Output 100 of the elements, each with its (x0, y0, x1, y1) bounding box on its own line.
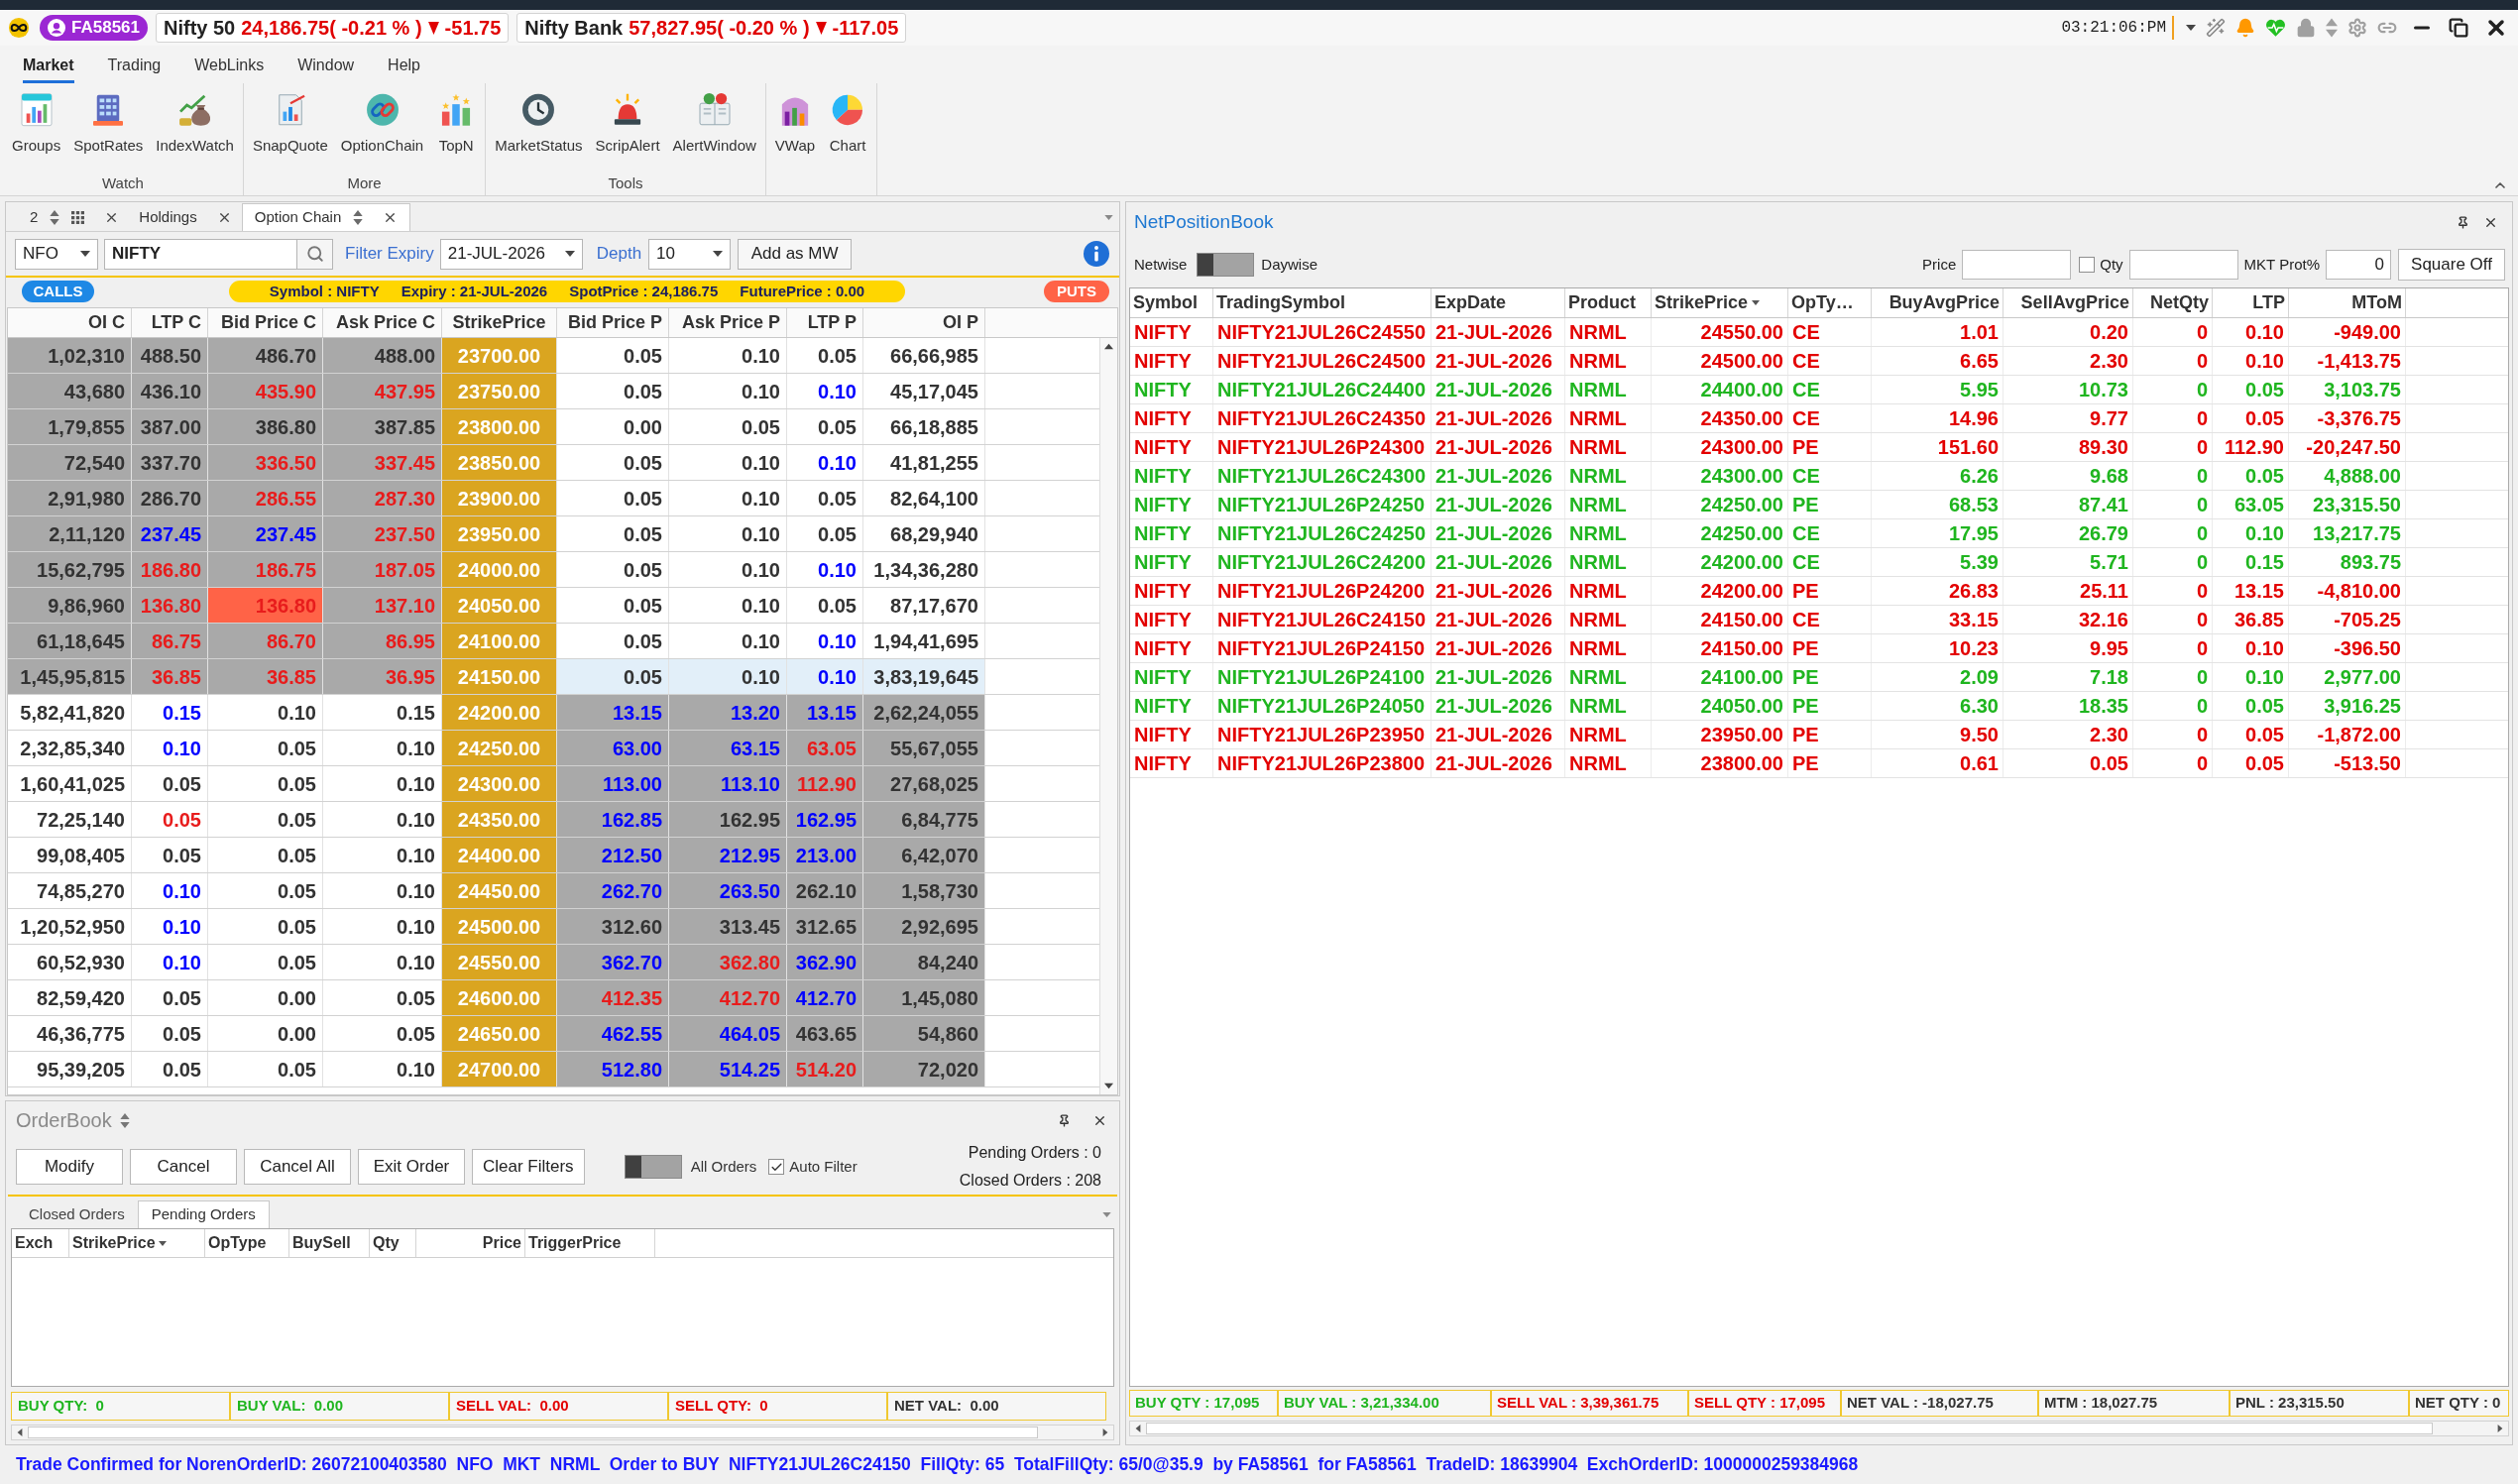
column-header[interactable]: Symbol (1130, 288, 1213, 317)
tab[interactable]: Pending Orders (137, 1200, 270, 1228)
ribbon-button[interactable]: Chart (824, 91, 872, 157)
info-icon[interactable] (1084, 241, 1109, 267)
menu-tab[interactable]: WebLinks (194, 50, 265, 83)
exchange-dropdown[interactable]: NFO (15, 238, 98, 270)
column-header[interactable]: OI C (8, 308, 132, 337)
column-header[interactable]: SellAvgPrice (2003, 288, 2133, 317)
ribbon-button[interactable]: VWap (770, 91, 820, 157)
checkbox[interactable] (2079, 257, 2096, 273)
column-header[interactable]: Price (416, 1229, 525, 1257)
restore-icon[interactable] (2449, 18, 2468, 38)
search-button[interactable] (297, 238, 333, 270)
ribbon-button[interactable]: IndexWatch (152, 91, 238, 157)
strike-price-cell: 24150.00 (442, 659, 557, 694)
table-cell: 212.50 (557, 838, 669, 872)
qty-field[interactable] (2128, 250, 2238, 280)
menu-tab[interactable]: Trading (107, 50, 162, 83)
table-cell: 436.10 (132, 374, 208, 408)
column-header[interactable]: OI P (863, 308, 985, 337)
square-off-button[interactable]: Square Off (2398, 249, 2505, 281)
ribbon-button[interactable]: MarketStatus (491, 91, 587, 157)
scroll-right-icon[interactable] (2496, 1425, 2504, 1432)
menu-tab[interactable]: Help (388, 50, 420, 83)
tab[interactable]: 2 (20, 203, 130, 231)
scroll-left-icon[interactable] (1134, 1425, 1142, 1432)
tab[interactable]: Option Chain (241, 203, 411, 231)
column-header[interactable]: Bid Price P (557, 308, 669, 337)
action-button[interactable]: Cancel (130, 1149, 237, 1185)
up-down-arrows-icon[interactable] (119, 1112, 130, 1128)
toggle-switch[interactable] (1197, 253, 1255, 277)
action-button[interactable]: Exit Order (358, 1149, 465, 1185)
up-down-arrows-icon[interactable] (353, 210, 364, 225)
column-header[interactable]: StrikePrice (1652, 288, 1788, 317)
ribbon-button[interactable]: ScripAlert (591, 91, 664, 157)
price-field[interactable] (1962, 250, 2072, 280)
table-cell: 21-JUL-2026 (1431, 663, 1565, 691)
column-header[interactable]: StrikePrice (442, 308, 557, 337)
column-header[interactable]: Exch (12, 1229, 69, 1257)
action-button[interactable]: Clear Filters (472, 1149, 585, 1185)
column-header[interactable]: BuySell (289, 1229, 370, 1257)
horizontal-scrollbar[interactable] (11, 1425, 1114, 1440)
column-header[interactable]: OpTy… (1788, 288, 1872, 317)
tab[interactable]: Holdings (129, 203, 242, 231)
column-header[interactable]: Ask Price C (323, 308, 442, 337)
column-header[interactable]: NetQty (2133, 288, 2213, 317)
infinity-logo-icon (8, 17, 30, 39)
ribbon-button[interactable]: SnapQuote (248, 91, 332, 157)
mkt-prot-field[interactable]: 0 (2326, 250, 2391, 280)
tab[interactable]: Closed Orders (16, 1200, 138, 1228)
depth-dropdown[interactable]: 10 (648, 238, 732, 270)
column-header[interactable]: TradingSymbol (1213, 288, 1431, 317)
column-header[interactable]: TriggerPrice (525, 1229, 655, 1257)
horizontal-scrollbar[interactable] (1129, 1421, 2509, 1436)
banner-text: Expiry : 21-JUL-2026 (401, 281, 548, 301)
column-header[interactable]: StrikePrice (69, 1229, 205, 1257)
pin-icon[interactable] (1058, 1113, 1071, 1127)
symbol-field[interactable]: NIFTY (104, 238, 297, 270)
column-header[interactable]: BuyAvgPrice (1872, 288, 2003, 317)
column-header[interactable]: Bid Price C (208, 308, 323, 337)
table-cell: 2,977.00 (2289, 663, 2406, 691)
column-header[interactable]: LTP (2213, 288, 2289, 317)
magic-wand-icon[interactable] (2206, 18, 2226, 38)
checkbox[interactable] (768, 1159, 785, 1175)
column-header[interactable]: ExpDate (1431, 288, 1565, 317)
action-button[interactable]: Cancel All (244, 1149, 351, 1185)
column-header[interactable]: Ask Price P (669, 308, 787, 337)
table-cell: 6.65 (1872, 347, 2003, 375)
column-header[interactable]: MToM (2289, 288, 2406, 317)
column-header[interactable]: Product (1565, 288, 1652, 317)
strike-price-cell: 24300.00 (442, 766, 557, 801)
index-ticker[interactable]: Nifty 50 24,186.75( -0.21 % ) -51.75 (156, 13, 510, 43)
ribbon-button[interactable]: OptionChain (336, 91, 428, 157)
pin-icon[interactable] (2457, 215, 2469, 229)
vertical-scrollbar[interactable] (1099, 338, 1117, 1094)
grid-icon[interactable] (71, 210, 85, 224)
toggle-switch[interactable] (624, 1155, 682, 1179)
index-ticker[interactable]: Nifty Bank 57,827.95( -0.20 % ) -117.05 (516, 13, 907, 43)
table-cell: 7.18 (2003, 663, 2133, 691)
column-header[interactable]: OpType (205, 1229, 289, 1257)
add-as-mw-button[interactable]: Add as MW (738, 238, 853, 270)
table-cell: NIFTY21JUL26C24200 (1213, 548, 1431, 576)
table-cell: 488.00 (323, 338, 442, 373)
expiry-dropdown[interactable]: 21-JUL-2026 (439, 238, 583, 270)
action-button[interactable]: Modify (16, 1149, 123, 1185)
scroll-right-icon[interactable] (1101, 1428, 1109, 1436)
ribbon-button[interactable]: TopN (432, 91, 481, 157)
up-down-arrows-icon[interactable] (50, 209, 60, 225)
column-header[interactable]: LTP P (787, 308, 863, 337)
table-cell: 21-JUL-2026 (1431, 462, 1565, 490)
scroll-left-icon[interactable] (16, 1428, 24, 1436)
scroll-up-icon[interactable] (1104, 342, 1113, 351)
column-header[interactable]: Qty (370, 1229, 416, 1257)
user-badge[interactable]: FA58561 (40, 15, 148, 41)
ribbon-button[interactable]: Groups (8, 91, 65, 157)
scroll-down-icon[interactable] (1104, 1082, 1113, 1090)
ribbon-button[interactable]: AlertWindow (668, 91, 760, 157)
column-header[interactable]: LTP C (132, 308, 208, 337)
ribbon-button[interactable]: SpotRates (69, 91, 148, 157)
menu-tab[interactable]: Window (297, 50, 355, 83)
